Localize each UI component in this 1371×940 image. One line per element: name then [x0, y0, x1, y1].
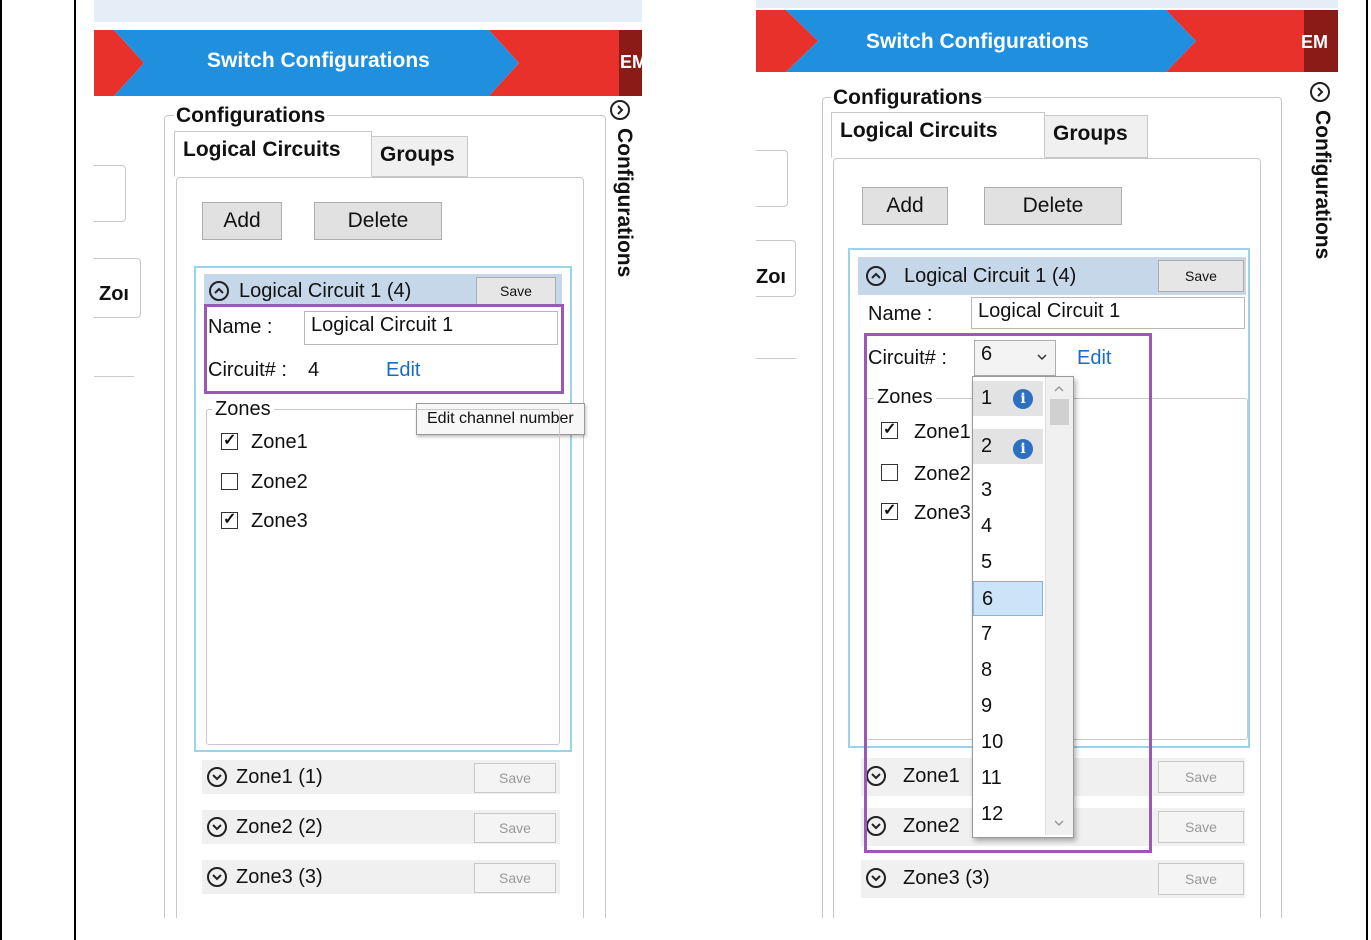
save-button[interactable]: Save — [1158, 260, 1244, 292]
save-button[interactable]: Save — [476, 277, 556, 305]
highlight-box — [864, 333, 1152, 853]
zones-label: Zones — [212, 398, 274, 421]
name-label: Name : — [868, 303, 933, 325]
chevron-right-icon[interactable] — [610, 100, 630, 120]
expander-title: Logical Circuit 1 (4) — [239, 280, 412, 302]
side-text: Zoı — [99, 283, 129, 305]
configurations-label: Configurations — [174, 104, 328, 128]
chevron-up-icon[interactable] — [866, 266, 886, 286]
zone2-checkbox[interactable] — [221, 473, 238, 490]
zone1-checkbox[interactable]: ✓ — [221, 432, 238, 450]
side-text: Zoı — [756, 266, 786, 288]
chevron-down-icon[interactable] — [207, 817, 227, 837]
right-screenshot-panel: Switch Configurations EM Zoı Configurati… — [756, 0, 1338, 918]
delete-button[interactable]: Delete — [984, 187, 1122, 225]
zone3-expander-title: Zone3 (3) — [903, 867, 990, 889]
frame-right-border — [1366, 0, 1368, 940]
side-line — [94, 376, 134, 377]
zone3-expander-title: Zone3 (3) — [236, 866, 323, 888]
frame-left-border — [0, 0, 2, 940]
chevron-up-icon[interactable] — [209, 281, 229, 301]
zone3-checkbox[interactable]: ✓ — [221, 511, 238, 529]
zone3-save-button[interactable]: Save — [474, 863, 556, 893]
tab-groups[interactable]: Groups — [371, 136, 468, 177]
side-configurations-label[interactable]: Configurations — [1310, 110, 1334, 259]
chevron-down-icon[interactable] — [866, 868, 886, 888]
zones-group — [206, 409, 560, 745]
side-configurations-label[interactable]: Configurations — [612, 128, 636, 277]
banner-em: EM — [620, 52, 642, 72]
highlight-box — [204, 304, 564, 394]
chevron-down-icon[interactable] — [207, 767, 227, 787]
add-button[interactable]: Add — [202, 202, 282, 240]
delete-button[interactable]: Delete — [314, 202, 442, 240]
top-strip — [756, 0, 1338, 8]
side-box — [94, 165, 126, 222]
name-field[interactable]: Logical Circuit 1 — [971, 297, 1245, 329]
side-box — [756, 150, 788, 207]
add-button[interactable]: Add — [862, 187, 948, 225]
banner-em: EM — [1301, 32, 1328, 52]
expander-title: Logical Circuit 1 (4) — [904, 265, 1077, 287]
zone1-label: Zone1 — [251, 431, 308, 453]
zone1-save-button[interactable]: Save — [1158, 761, 1244, 793]
tab-logical-circuits[interactable]: Logical Circuits — [174, 131, 372, 177]
zone1-save-button[interactable]: Save — [474, 763, 556, 793]
zone2-expander-title: Zone2 (2) — [236, 816, 323, 838]
zone2-save-button[interactable]: Save — [1158, 811, 1244, 843]
banner-title: Switch Configurations — [866, 30, 1089, 53]
zone1-expander-title: Zone1 (1) — [236, 766, 323, 788]
zone3-save-button[interactable]: Save — [1158, 863, 1244, 895]
chevron-right-icon[interactable] — [1310, 82, 1330, 102]
top-strip — [94, 0, 642, 22]
frame-divider — [74, 0, 76, 940]
banner-title: Switch Configurations — [207, 49, 430, 72]
zone2-label: Zone2 — [251, 471, 308, 493]
tab-logical-circuits[interactable]: Logical Circuits — [831, 112, 1045, 158]
side-line — [756, 358, 796, 359]
left-screenshot-panel: Switch Configurations EM Zoı Configurati… — [94, 0, 642, 918]
zone3-label: Zone3 — [251, 510, 308, 532]
configurations-label: Configurations — [831, 86, 985, 110]
zone2-save-button[interactable]: Save — [474, 813, 556, 843]
tab-groups[interactable]: Groups — [1044, 115, 1148, 158]
chevron-down-icon[interactable] — [207, 867, 227, 887]
